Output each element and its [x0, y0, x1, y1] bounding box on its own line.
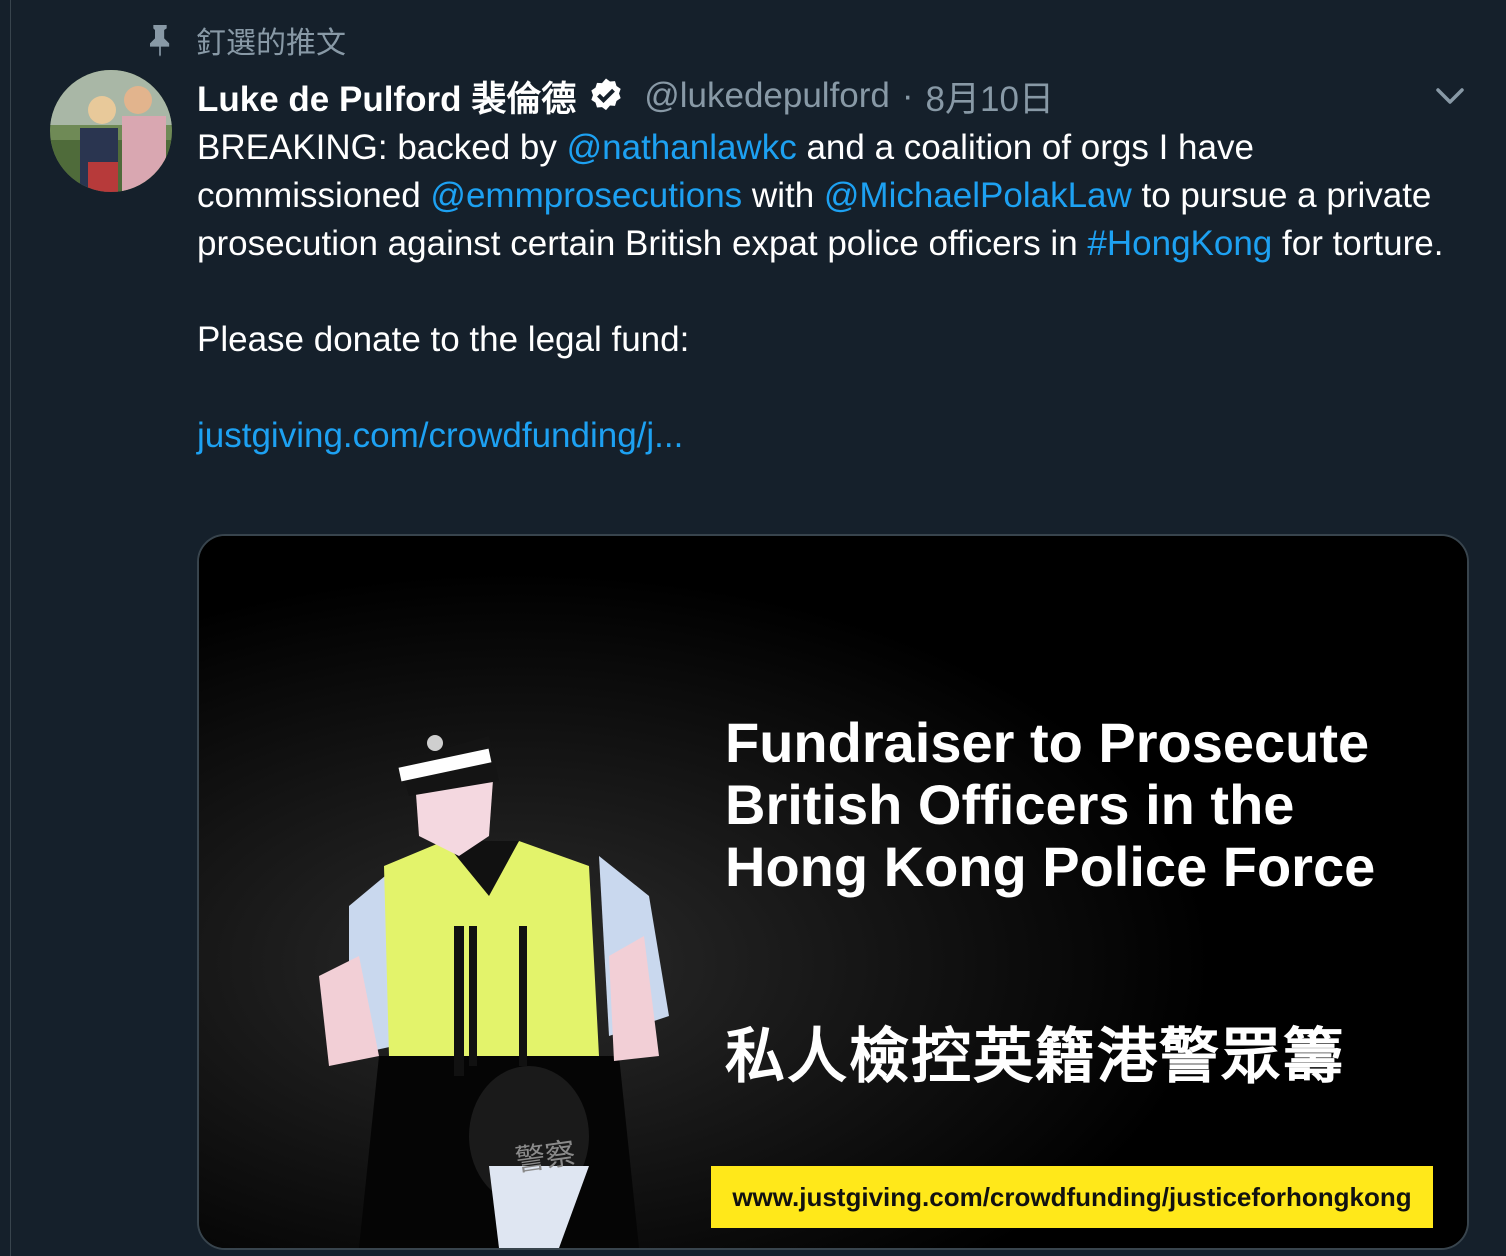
mention-link[interactable]: @emmprosecutions	[430, 176, 742, 215]
separator-dot: ·	[901, 76, 914, 115]
mention-link[interactable]: @MichaelPolakLaw	[824, 176, 1132, 215]
pinned-label: 釘選的推文	[196, 27, 346, 60]
tweet-paragraph-2: Please donate to the legal fund:	[197, 320, 690, 359]
user-handle[interactable]: @lukedepulford	[644, 76, 890, 116]
media-chinese-title: 私人檢控英籍港警眾籌	[725, 1023, 1345, 1090]
tweet-date[interactable]: 8月10日	[926, 71, 1054, 122]
tweet-header: Luke de Pulford 裴倫德 @lukedepulford · 8月1…	[197, 70, 1054, 122]
avatar-photo	[50, 70, 172, 192]
pin-icon	[150, 25, 170, 57]
avatar[interactable]	[50, 70, 172, 192]
tweet-paragraph-1: BREAKING: backed by @nathanlawkc and a c…	[197, 128, 1444, 263]
display-name[interactable]: Luke de Pulford 裴倫德	[197, 71, 576, 122]
hashtag-link[interactable]: #HongKong	[1087, 224, 1272, 263]
media-url-banner: www.justgiving.com/crowdfunding/justicef…	[711, 1166, 1433, 1228]
pinned-tweet-header: 釘選的推文	[140, 18, 346, 62]
verified-badge-icon	[591, 78, 621, 111]
tweet-body: BREAKING: backed by @nathanlawkc and a c…	[197, 124, 1467, 460]
mention-link[interactable]: @nathanlawkc	[567, 128, 797, 167]
media-headline: Fundraiser to Prosecute British Officers…	[725, 711, 1376, 898]
chevron-down-icon[interactable]	[1430, 80, 1470, 110]
external-link[interactable]: justgiving.com/crowdfunding/j...	[197, 416, 683, 455]
media-card[interactable]: 警察 Fundraiser to Prosecute British Offic…	[197, 534, 1469, 1250]
